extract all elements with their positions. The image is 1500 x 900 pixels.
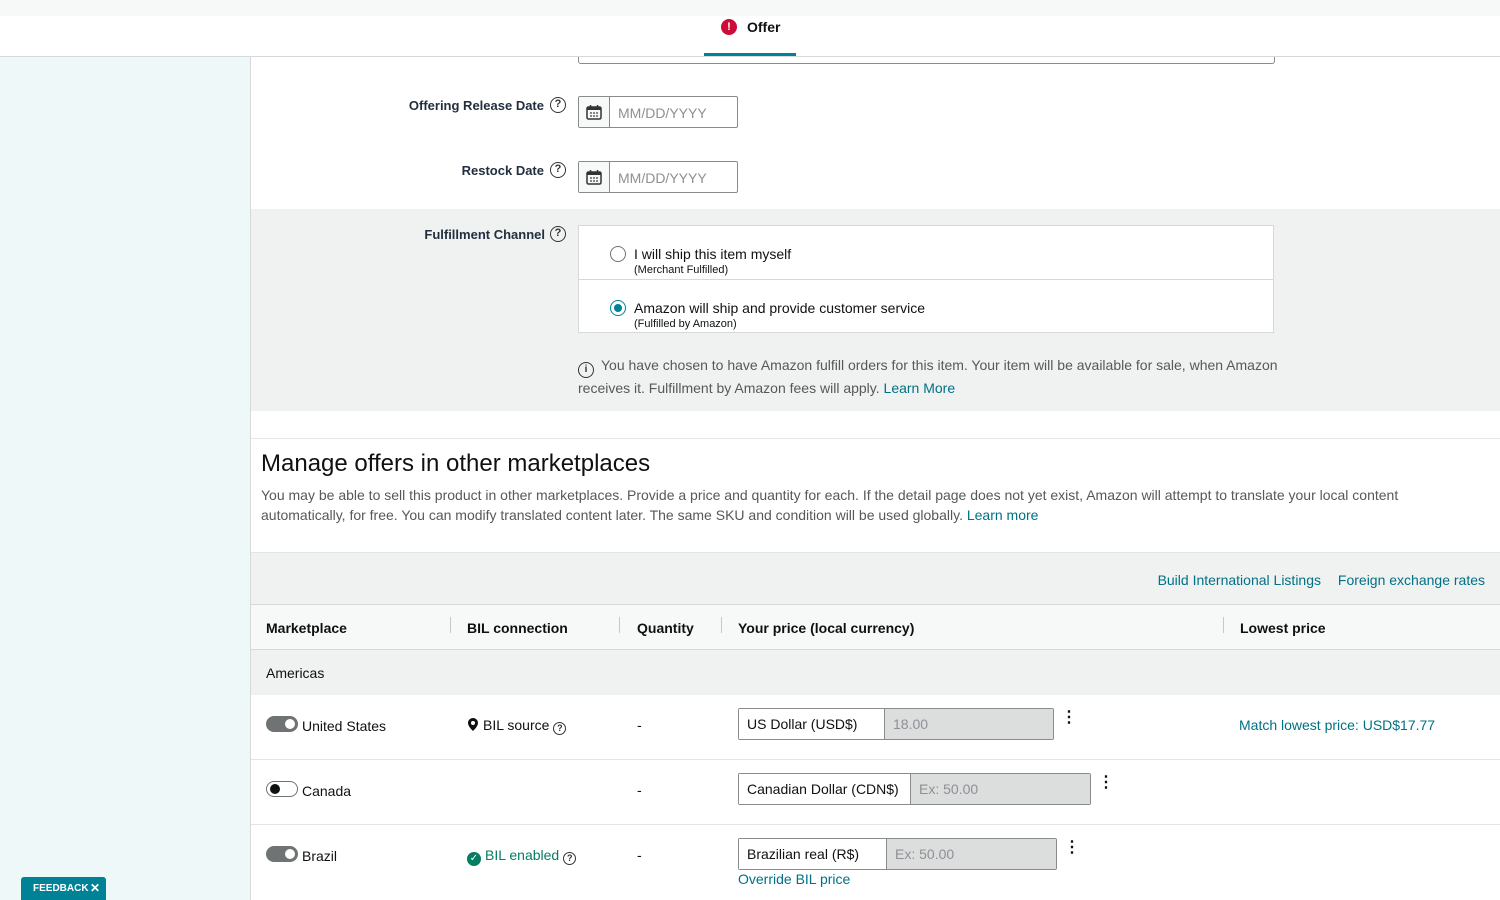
column-divider (1223, 617, 1224, 633)
help-icon[interactable]: ? (563, 852, 577, 865)
main-content: Offering Release Date ? MM/DD/YYYY Resto… (250, 57, 1500, 900)
table-row: Canada - Canadian Dollar (CDN$) Ex: 50.0… (251, 760, 1500, 825)
marketplace-toggle[interactable] (266, 716, 298, 732)
more-options-icon[interactable]: ⋮ (1064, 840, 1080, 856)
feedback-label: FEEDBACK (33, 883, 89, 894)
build-international-listings-link[interactable]: Build International Listings (1158, 572, 1321, 588)
option-label: I will ship this item myself (634, 246, 792, 262)
help-icon[interactable]: ? (550, 162, 566, 178)
learn-more-link[interactable]: Learn More (884, 380, 956, 396)
fulfillment-option-amazon[interactable]: Amazon will ship and provide customer se… (579, 280, 1273, 334)
fulfillment-channel-label: Fulfillment Channel (424, 227, 545, 242)
currency-label: Brazilian real (R$) (739, 839, 887, 869)
column-header-price: Your price (local currency) (738, 620, 915, 636)
close-icon[interactable]: ✕ (90, 877, 100, 900)
fulfillment-info-message: i You have chosen to have Amazon fulfill … (578, 355, 1278, 398)
option-sublabel: (Fulfilled by Amazon) (634, 318, 737, 330)
column-divider (619, 617, 620, 633)
column-divider (721, 617, 722, 633)
restock-date-placeholder: MM/DD/YYYY (618, 170, 707, 186)
fulfillment-options: I will ship this item myself (Merchant F… (578, 225, 1274, 333)
marketplace-name: Canada (302, 783, 352, 799)
section-description: You may be able to sell this product in … (261, 485, 1461, 525)
help-icon[interactable]: ? (550, 97, 566, 113)
price-input-group: US Dollar (USD$) 18.00 (738, 708, 1054, 740)
learn-more-link[interactable]: Learn more (967, 507, 1039, 523)
bil-connection: ✓ BIL enabled? (467, 847, 577, 866)
restock-date-label: Restock Date (461, 163, 544, 178)
currency-label: US Dollar (USD$) (739, 709, 885, 739)
description-text: You may be able to sell this product in … (261, 487, 1399, 523)
table-row: United States BIL source? - US Dollar (U… (251, 695, 1500, 760)
release-date-field[interactable]: MM/DD/YYYY (578, 96, 738, 128)
region-group-row: Americas (251, 650, 1500, 695)
price-input[interactable]: Ex: 50.00 (887, 839, 1056, 869)
region-label: Americas (266, 665, 325, 681)
calendar-icon[interactable] (579, 162, 610, 192)
table-row: Brazil ✓ BIL enabled? - Brazilian real (R… (251, 825, 1500, 900)
quantity-value: - (637, 717, 642, 733)
help-icon[interactable]: ? (550, 226, 566, 242)
marketplace-name: Brazil (302, 848, 338, 864)
info-icon: i (578, 362, 594, 378)
feedback-button[interactable]: FEEDBACK ✕ (21, 877, 106, 900)
error-icon: ! (721, 19, 737, 35)
column-header-lowest-price: Lowest price (1240, 620, 1326, 636)
marketplace-toggle[interactable] (266, 846, 298, 862)
price-input[interactable]: 18.00 (885, 709, 1053, 739)
price-input-group: Brazilian real (R$) Ex: 50.00 (738, 838, 1057, 870)
check-circle-icon: ✓ (467, 852, 481, 866)
release-date-label: Offering Release Date (408, 98, 544, 113)
tab-offer[interactable]: ! Offer (704, 16, 796, 56)
marketplace-toggle[interactable] (266, 781, 298, 797)
tab-offer-label: Offer (747, 19, 781, 35)
bil-connection: BIL source? (467, 717, 567, 735)
table-header: Marketplace BIL connection Quantity Your… (251, 604, 1500, 650)
previous-field-bottom (578, 57, 1275, 64)
option-sublabel: (Merchant Fulfilled) (634, 264, 729, 276)
radio-merchant-fulfilled[interactable] (610, 246, 626, 262)
fulfillment-option-merchant[interactable]: I will ship this item myself (Merchant F… (579, 226, 1273, 280)
override-bil-price-link[interactable]: Override BIL price (738, 871, 850, 887)
column-header-quantity: Quantity (637, 620, 694, 636)
location-pin-icon (468, 718, 478, 731)
calendar-icon[interactable] (579, 97, 610, 127)
top-navigation-bar: ! Offer (0, 0, 1500, 57)
fulfillment-section: Fulfillment Channel ? I will ship this i… (251, 209, 1500, 411)
release-date-placeholder: MM/DD/YYYY (618, 105, 707, 121)
column-header-marketplace: Marketplace (266, 620, 347, 636)
more-options-icon[interactable]: ⋮ (1098, 775, 1114, 791)
help-icon[interactable]: ? (553, 722, 567, 735)
price-input[interactable]: Ex: 50.00 (911, 774, 1090, 804)
more-options-icon[interactable]: ⋮ (1061, 710, 1077, 726)
bil-status: BIL enabled (485, 847, 560, 863)
foreign-exchange-rates-link[interactable]: Foreign exchange rates (1338, 572, 1485, 588)
column-divider (450, 617, 451, 633)
option-label: Amazon will ship and provide customer se… (634, 300, 926, 316)
quantity-value: - (637, 782, 642, 798)
price-input-group: Canadian Dollar (CDN$) Ex: 50.00 (738, 773, 1091, 805)
radio-fulfilled-by-amazon[interactable] (610, 300, 626, 316)
restock-date-field[interactable]: MM/DD/YYYY (578, 161, 738, 193)
marketplace-links-bar: Build International Listings Foreign exc… (251, 552, 1500, 604)
marketplace-name: United States (302, 718, 387, 734)
match-lowest-price-link[interactable]: Match lowest price: USD$17.77 (1239, 717, 1435, 733)
section-title: Manage offers in other marketplaces (261, 450, 651, 477)
bil-status: BIL source (483, 717, 550, 733)
currency-label: Canadian Dollar (CDN$) (739, 774, 911, 804)
section-divider (251, 438, 1500, 439)
quantity-value: - (637, 847, 642, 863)
column-header-bil: BIL connection (467, 620, 568, 636)
